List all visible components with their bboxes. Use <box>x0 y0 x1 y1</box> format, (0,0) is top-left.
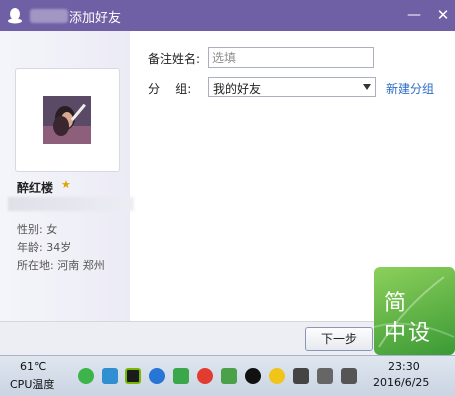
group-select[interactable]: 我的好友 <box>208 77 376 97</box>
avatar-card <box>15 68 120 172</box>
add-friend-dialog: 添加好友 — ✕ 醉红楼 ★ 性别: 女 年龄: 34岁 所在地: 河南 郑州 … <box>0 0 455 356</box>
location-text: 所在地: 河南 郑州 <box>17 259 105 272</box>
remark-label: 备注姓名: <box>148 52 201 66</box>
next-button[interactable]: 下一步 <box>305 327 373 351</box>
chevron-down-icon <box>363 84 371 90</box>
network-icon[interactable] <box>293 368 309 384</box>
taskbar: 61℃ CPU温度 23:30 2016/6/25 <box>0 355 455 396</box>
age-text: 年龄: 34岁 <box>17 241 72 254</box>
profile-panel: 醉红楼 ★ 性别: 女 年龄: 34岁 所在地: 河南 郑州 <box>0 31 134 321</box>
window-title: 添加好友 <box>69 11 122 26</box>
avatar <box>43 96 91 144</box>
minimize-button[interactable]: — <box>403 4 425 26</box>
security-icon[interactable] <box>102 368 118 384</box>
new-group-link[interactable]: 新建分组 <box>386 80 434 97</box>
watermark-logo: 简 中设 <box>374 267 455 355</box>
blurred-account <box>30 9 68 23</box>
star-icon: ★ <box>61 178 71 191</box>
cpu-temperature-label: CPU温度 <box>10 378 55 391</box>
group-selected-value: 我的好友 <box>213 82 262 96</box>
remark-input[interactable] <box>208 47 374 68</box>
wechat-icon[interactable] <box>78 368 94 384</box>
group-label: 分 组: <box>148 82 192 96</box>
qq-icon[interactable] <box>245 368 261 384</box>
clock-date[interactable]: 2016/6/25 <box>373 376 429 389</box>
blurred-qq-number <box>8 197 134 211</box>
watermark-line1: 简 <box>384 291 409 316</box>
nickname: 醉红楼 <box>17 181 54 195</box>
watermark-line2: 中设 <box>384 321 433 346</box>
gender-text: 性别: 女 <box>17 223 58 236</box>
game-icon[interactable] <box>269 368 285 384</box>
antivirus-icon[interactable] <box>197 368 213 384</box>
notes-icon[interactable] <box>341 368 357 384</box>
volume-icon[interactable] <box>317 368 333 384</box>
nvidia-icon[interactable] <box>125 368 141 384</box>
clock-time[interactable]: 23:30 <box>388 360 420 373</box>
shield-icon[interactable] <box>221 368 237 384</box>
update-icon[interactable] <box>173 368 189 384</box>
title-bar[interactable]: 添加好友 — ✕ <box>0 0 455 31</box>
browser-icon[interactable] <box>149 368 165 384</box>
qq-penguin-icon <box>8 8 22 24</box>
close-button[interactable]: ✕ <box>432 4 454 26</box>
cpu-temperature: 61℃ <box>20 360 47 373</box>
